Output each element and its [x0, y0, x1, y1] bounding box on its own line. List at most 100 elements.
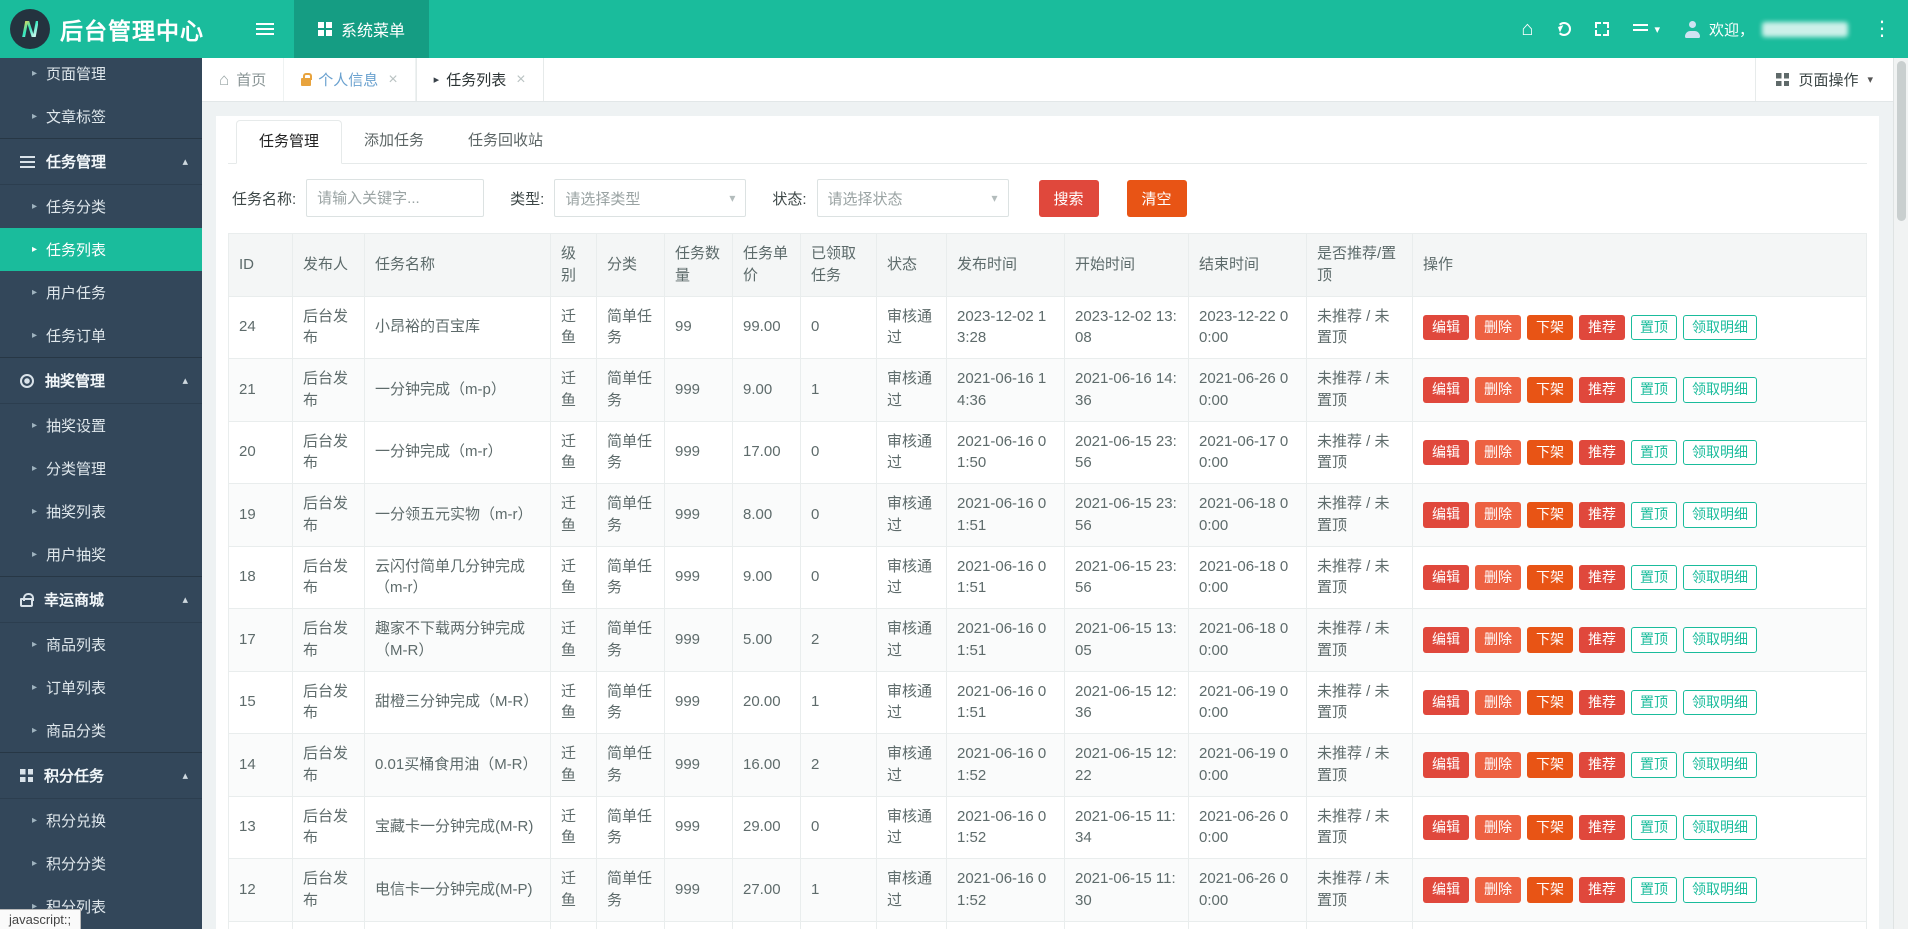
- clear-button[interactable]: 清空: [1127, 180, 1187, 217]
- sidebar-item[interactable]: ▸任务订单: [0, 314, 202, 357]
- scrollbar-thumb[interactable]: [1897, 61, 1906, 221]
- pin-top-button[interactable]: 置顶: [1631, 877, 1677, 903]
- pin-top-button[interactable]: 置顶: [1631, 440, 1677, 466]
- recommend-button[interactable]: 推荐: [1579, 690, 1625, 716]
- vertical-scrollbar[interactable]: [1893, 58, 1908, 929]
- panel-tab[interactable]: 添加任务: [342, 120, 446, 163]
- recommend-button[interactable]: 推荐: [1579, 627, 1625, 653]
- delete-button[interactable]: 删除: [1475, 440, 1521, 466]
- offline-button[interactable]: 下架: [1527, 502, 1573, 528]
- recommend-button[interactable]: 推荐: [1579, 440, 1625, 466]
- tab[interactable]: ⌂首页: [202, 58, 284, 101]
- delete-button[interactable]: 删除: [1475, 690, 1521, 716]
- claim-detail-button[interactable]: 领取明细: [1683, 627, 1757, 653]
- sidebar-item[interactable]: ▸抽奖设置: [0, 404, 202, 447]
- pin-top-button[interactable]: 置顶: [1631, 690, 1677, 716]
- page-actions-button[interactable]: 页面操作 ▾: [1755, 58, 1893, 101]
- nav-system-menu[interactable]: 系统菜单: [294, 0, 429, 58]
- sidebar-section[interactable]: 幸运商城▴: [0, 576, 202, 623]
- offline-button[interactable]: 下架: [1527, 815, 1573, 841]
- edit-button[interactable]: 编辑: [1423, 877, 1469, 903]
- sidebar-item[interactable]: ▸商品分类: [0, 709, 202, 752]
- recommend-button[interactable]: 推荐: [1579, 502, 1625, 528]
- pin-top-button[interactable]: 置顶: [1631, 627, 1677, 653]
- offline-button[interactable]: 下架: [1527, 565, 1573, 591]
- pin-top-button[interactable]: 置顶: [1631, 315, 1677, 341]
- panel-tab[interactable]: 任务管理: [236, 120, 342, 164]
- delete-button[interactable]: 删除: [1475, 752, 1521, 778]
- claim-detail-button[interactable]: 领取明细: [1683, 502, 1757, 528]
- claim-detail-button[interactable]: 领取明细: [1683, 440, 1757, 466]
- recommend-button[interactable]: 推荐: [1579, 565, 1625, 591]
- edit-button[interactable]: 编辑: [1423, 502, 1469, 528]
- offline-button[interactable]: 下架: [1527, 627, 1573, 653]
- pin-top-button[interactable]: 置顶: [1631, 377, 1677, 403]
- delete-button[interactable]: 删除: [1475, 502, 1521, 528]
- tab[interactable]: ▸任务列表×: [416, 58, 544, 101]
- edit-button[interactable]: 编辑: [1423, 377, 1469, 403]
- claim-detail-button[interactable]: 领取明细: [1683, 877, 1757, 903]
- sidebar-item[interactable]: ▸积分兑换: [0, 799, 202, 842]
- delete-button[interactable]: 删除: [1475, 377, 1521, 403]
- pin-top-button[interactable]: 置顶: [1631, 815, 1677, 841]
- header-menu-button[interactable]: ▾: [1633, 0, 1660, 58]
- claim-detail-button[interactable]: 领取明细: [1683, 815, 1757, 841]
- status-select[interactable]: 请选择状态 ▾: [817, 179, 1009, 217]
- sidebar-item[interactable]: ▸页面管理: [0, 58, 202, 95]
- sidebar-toggle-button[interactable]: [236, 0, 294, 58]
- claim-detail-button[interactable]: 领取明细: [1683, 752, 1757, 778]
- recommend-button[interactable]: 推荐: [1579, 815, 1625, 841]
- sidebar-section[interactable]: 抽奖管理▴: [0, 357, 202, 404]
- edit-button[interactable]: 编辑: [1423, 565, 1469, 591]
- pin-top-button[interactable]: 置顶: [1631, 502, 1677, 528]
- edit-button[interactable]: 编辑: [1423, 752, 1469, 778]
- brand-home-link[interactable]: N 后台管理中心: [0, 0, 222, 58]
- claim-detail-button[interactable]: 领取明细: [1683, 315, 1757, 341]
- offline-button[interactable]: 下架: [1527, 877, 1573, 903]
- delete-button[interactable]: 删除: [1475, 627, 1521, 653]
- sidebar-section[interactable]: 积分任务▴: [0, 752, 202, 799]
- recommend-button[interactable]: 推荐: [1579, 315, 1625, 341]
- close-icon[interactable]: ×: [388, 72, 397, 88]
- claim-detail-button[interactable]: 领取明细: [1683, 377, 1757, 403]
- offline-button[interactable]: 下架: [1527, 377, 1573, 403]
- offline-button[interactable]: 下架: [1527, 752, 1573, 778]
- edit-button[interactable]: 编辑: [1423, 690, 1469, 716]
- offline-button[interactable]: 下架: [1527, 440, 1573, 466]
- sidebar-item[interactable]: ▸用户抽奖: [0, 533, 202, 576]
- sidebar-section[interactable]: 任务管理▴: [0, 138, 202, 185]
- user-menu[interactable]: 欢迎，: [1684, 0, 1848, 58]
- pin-top-button[interactable]: 置顶: [1631, 565, 1677, 591]
- sidebar-item[interactable]: ▸订单列表: [0, 666, 202, 709]
- close-icon[interactable]: ×: [516, 72, 525, 88]
- offline-button[interactable]: 下架: [1527, 690, 1573, 716]
- sidebar-item[interactable]: ▸用户任务: [0, 271, 202, 314]
- type-select[interactable]: 请选择类型 ▾: [554, 179, 746, 217]
- sidebar-item[interactable]: ▸文章标签: [0, 95, 202, 138]
- home-button[interactable]: ⌂: [1521, 0, 1533, 58]
- sidebar-item[interactable]: ▸商品列表: [0, 623, 202, 666]
- recommend-button[interactable]: 推荐: [1579, 752, 1625, 778]
- edit-button[interactable]: 编辑: [1423, 315, 1469, 341]
- delete-button[interactable]: 删除: [1475, 315, 1521, 341]
- delete-button[interactable]: 删除: [1475, 877, 1521, 903]
- sidebar-item[interactable]: ▸任务列表: [0, 228, 202, 271]
- fullscreen-button[interactable]: [1595, 0, 1609, 58]
- claim-detail-button[interactable]: 领取明细: [1683, 565, 1757, 591]
- sidebar-item[interactable]: ▸积分分类: [0, 842, 202, 885]
- offline-button[interactable]: 下架: [1527, 315, 1573, 341]
- edit-button[interactable]: 编辑: [1423, 815, 1469, 841]
- pin-top-button[interactable]: 置顶: [1631, 752, 1677, 778]
- sidebar-item[interactable]: ▸分类管理: [0, 447, 202, 490]
- search-button[interactable]: 搜索: [1039, 180, 1099, 217]
- edit-button[interactable]: 编辑: [1423, 627, 1469, 653]
- recommend-button[interactable]: 推荐: [1579, 377, 1625, 403]
- sidebar-item[interactable]: ▸抽奖列表: [0, 490, 202, 533]
- panel-tab[interactable]: 任务回收站: [446, 120, 565, 163]
- recommend-button[interactable]: 推荐: [1579, 877, 1625, 903]
- refresh-button[interactable]: [1557, 0, 1571, 58]
- sidebar-item[interactable]: ▸任务分类: [0, 185, 202, 228]
- task-name-input[interactable]: [306, 179, 484, 217]
- more-options-button[interactable]: ⋮: [1872, 0, 1892, 58]
- delete-button[interactable]: 删除: [1475, 815, 1521, 841]
